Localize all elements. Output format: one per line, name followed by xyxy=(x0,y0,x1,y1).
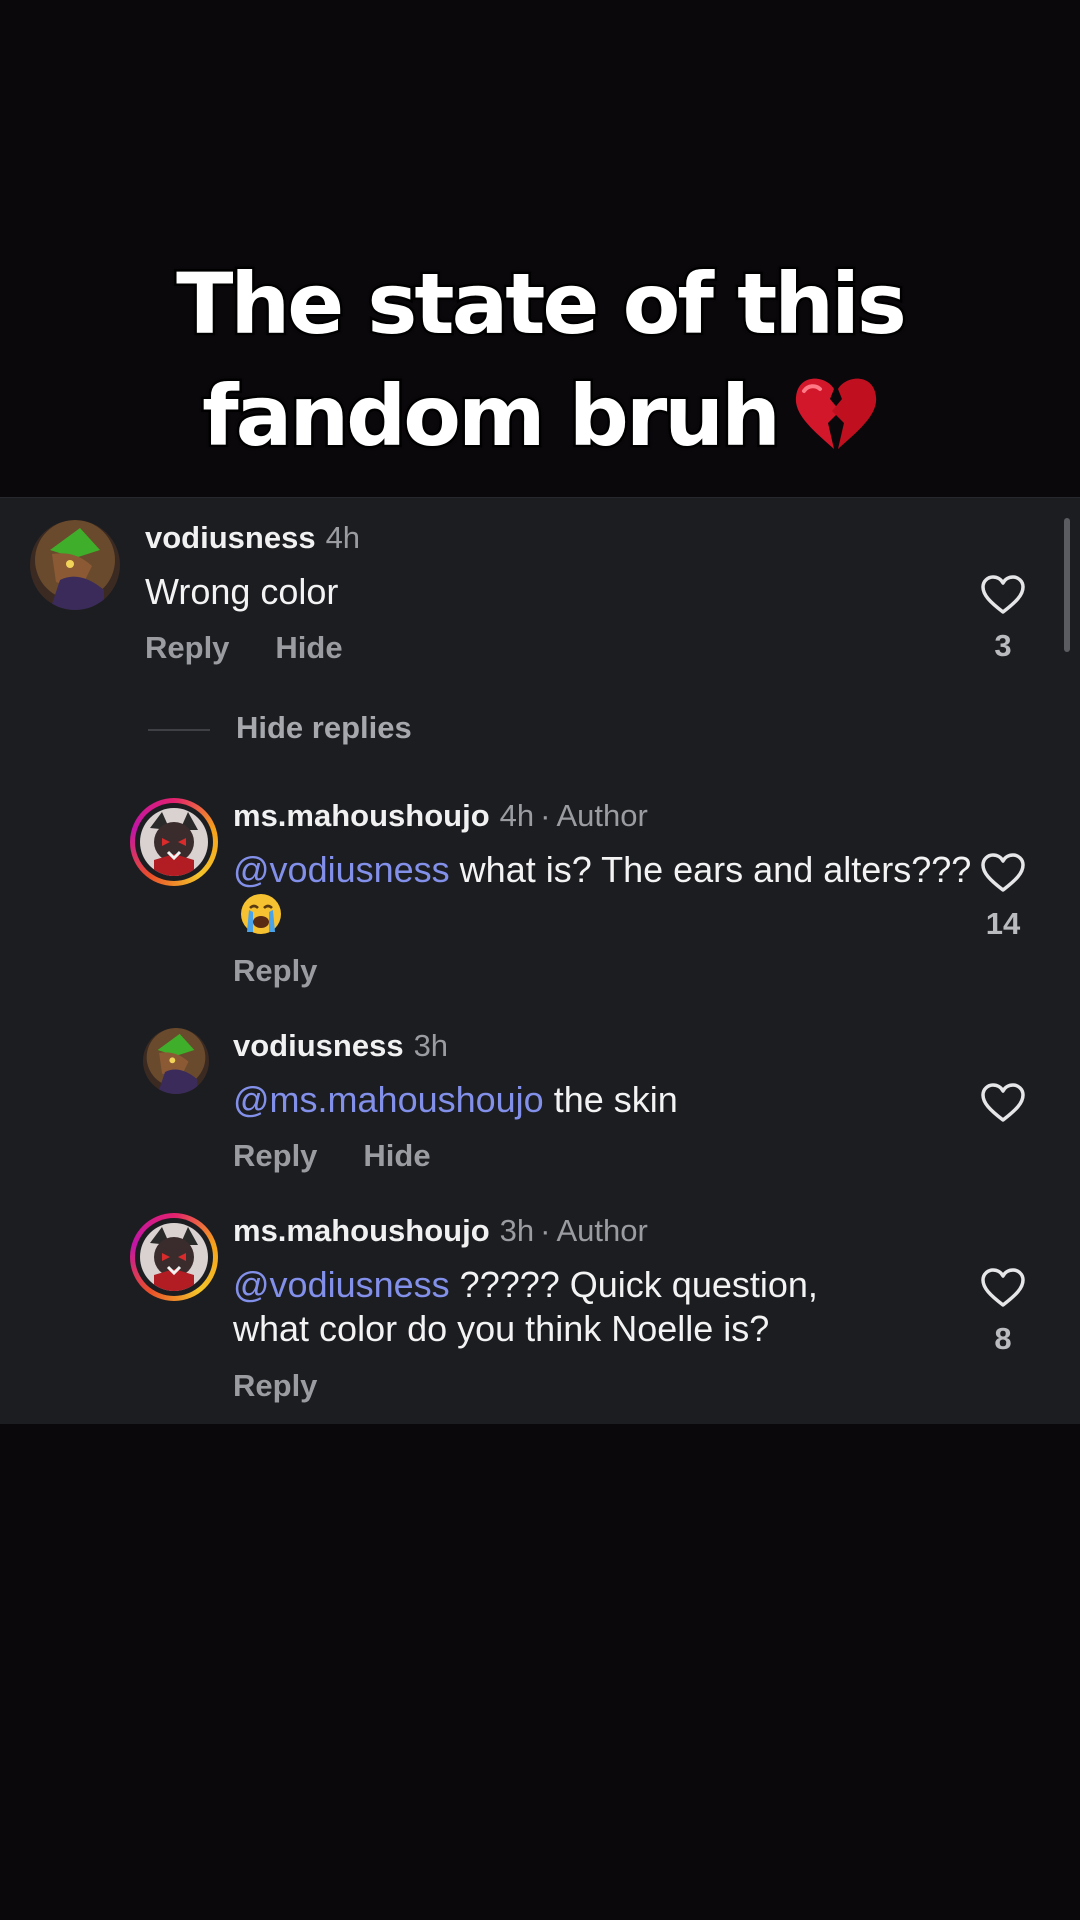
comment-username[interactable]: vodiusness xyxy=(145,520,316,555)
reply-button[interactable]: Reply xyxy=(233,1368,317,1403)
reply-body: what is? The ears and alters??? xyxy=(459,849,972,890)
crying-face-icon xyxy=(241,894,281,934)
avatar[interactable] xyxy=(30,520,120,610)
story-ring[interactable] xyxy=(130,798,218,886)
mention-link[interactable]: @ms.mahoushoujo xyxy=(233,1079,544,1120)
avatar-image xyxy=(30,520,120,610)
comment-time: 4h xyxy=(325,520,361,555)
heart-outline-icon xyxy=(981,853,1025,892)
mention-link[interactable]: @vodiusness xyxy=(233,1264,450,1305)
avatar-image xyxy=(143,1028,209,1094)
reply-time: 4h xyxy=(499,798,535,833)
reply-meta: vodiusness 3h xyxy=(233,1026,448,1066)
like-button[interactable]: 8 xyxy=(978,1267,1028,1359)
reply-meta: ms.mahoushoujo 4h · Author xyxy=(233,796,648,836)
video-frame: The state of this fandom bruh vodiusness… xyxy=(0,0,1080,1920)
like-count: 8 xyxy=(994,1321,1012,1356)
hide-button[interactable]: Hide xyxy=(275,630,342,665)
reply-time: 3h xyxy=(413,1028,449,1063)
video-caption: The state of this fandom bruh xyxy=(0,248,1080,472)
reply-meta: ms.mahoushoujo 3h · Author xyxy=(233,1211,648,1251)
reply-username[interactable]: vodiusness xyxy=(233,1028,404,1063)
reply-body-line-2: what color do you think Noelle is? xyxy=(233,1308,770,1349)
avatar xyxy=(140,1223,208,1291)
comment-meta: vodiusness 4h xyxy=(145,518,360,558)
reply-text: @ms.mahoushoujo the skin xyxy=(233,1078,973,1122)
like-count: 14 xyxy=(985,906,1021,941)
reply-actions: Reply Hide xyxy=(233,1136,431,1176)
reply-button[interactable]: Reply xyxy=(145,630,229,665)
scrollbar[interactable] xyxy=(1064,518,1070,652)
heart-outline-icon xyxy=(981,1083,1025,1122)
reply-time: 3h xyxy=(499,1213,535,1248)
author-badge: Author xyxy=(556,798,648,833)
reply-body-line-1: ????? Quick question, xyxy=(459,1264,818,1305)
heart-outline-icon xyxy=(981,575,1025,614)
avatar[interactable] xyxy=(143,1028,209,1094)
broken-heart-icon xyxy=(795,378,877,449)
comments-panel[interactable]: vodiusness 4h Wrong color Reply Hide 3 Hid… xyxy=(0,497,1080,1424)
reply-body: the skin xyxy=(553,1079,678,1120)
reply-username[interactable]: ms.mahoushoujo xyxy=(233,1213,490,1248)
avatar-image xyxy=(140,808,208,876)
reply-text: @vodiusness ????? Quick question, what c… xyxy=(233,1263,973,1351)
divider xyxy=(148,728,210,731)
comment-text: Wrong color xyxy=(145,571,339,612)
reply-username[interactable]: ms.mahoushoujo xyxy=(233,798,490,833)
heart-outline-icon xyxy=(981,1268,1025,1307)
reply-actions: Reply xyxy=(233,1366,317,1406)
comment-actions: Reply Hide xyxy=(145,628,343,668)
meta-separator: · xyxy=(540,798,551,833)
avatar xyxy=(140,808,208,876)
story-ring[interactable] xyxy=(130,1213,218,1301)
caption-line-1: The state of this xyxy=(174,253,910,356)
like-button[interactable]: 3 xyxy=(978,574,1028,666)
reply-actions: Reply xyxy=(233,951,317,991)
reply-text: @vodiusness what is? The ears and alters… xyxy=(233,848,973,938)
like-button[interactable]: 14 xyxy=(978,852,1028,944)
like-button[interactable] xyxy=(978,1082,1028,1124)
reply-button[interactable]: Reply xyxy=(233,1138,317,1173)
hide-replies-button[interactable]: Hide replies xyxy=(148,708,412,748)
like-count: 3 xyxy=(994,628,1012,663)
author-badge: Author xyxy=(556,1213,648,1248)
hide-button[interactable]: Hide xyxy=(363,1138,430,1173)
mention-link[interactable]: @vodiusness xyxy=(233,849,450,890)
caption-line-2-text: fandom bruh xyxy=(200,365,784,468)
avatar-image xyxy=(140,1223,208,1291)
meta-separator: · xyxy=(540,1213,551,1248)
reply-button[interactable]: Reply xyxy=(233,953,317,988)
caption-line-2: fandom bruh xyxy=(0,360,1080,472)
hide-replies-label: Hide replies xyxy=(236,710,412,745)
